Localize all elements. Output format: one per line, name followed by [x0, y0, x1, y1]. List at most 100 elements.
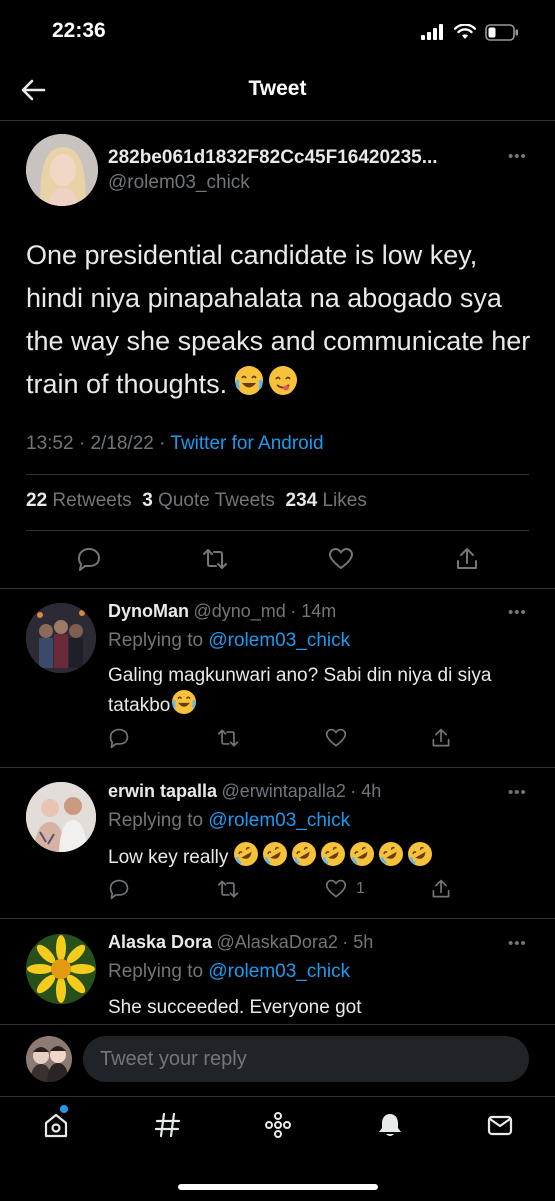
likes-label: Likes: [322, 490, 367, 511]
notifications-bell-icon[interactable]: [376, 1111, 404, 1139]
reply-icon[interactable]: [108, 727, 130, 749]
home-indicator: [178, 1184, 378, 1190]
likes-stat[interactable]: 234 Likes: [286, 490, 367, 511]
reply-compose-placeholder: Tweet your reply: [100, 1048, 247, 1070]
reply-header: erwin tapalla @erwintapalla2 · 4h: [108, 781, 381, 802]
reply-text-body: Low key really: [108, 847, 229, 868]
reply-author-name[interactable]: DynoMan: [108, 601, 189, 621]
messages-mail-icon[interactable]: [486, 1111, 514, 1139]
reply-text-line: tatakbo: [108, 690, 538, 720]
rolling-on-floor-laughing-emojis: [233, 842, 437, 868]
reply-more-options-icon[interactable]: •••: [508, 604, 527, 621]
tweet-more-options-icon[interactable]: •••: [508, 148, 527, 165]
retweets-label: Retweets: [52, 490, 132, 511]
reply-text: She succeeded. Everyone got: [108, 993, 538, 1022]
reply-text-body: tatakbo: [108, 695, 171, 716]
actions-divider: [0, 588, 555, 589]
meta-separator: ·: [159, 433, 166, 454]
reply-author-handle[interactable]: @dyno_md: [193, 601, 285, 621]
quotes-count: 3: [142, 490, 153, 511]
share-icon[interactable]: [454, 546, 480, 572]
face-savoring-food-emoji: [268, 366, 297, 395]
rolling-on-floor-laughing-emoji: [262, 842, 287, 866]
bottom-nav-divider: [0, 1096, 555, 1097]
replying-to-handle[interactable]: @rolem03_chick: [208, 630, 350, 651]
meta-separator: ·: [78, 433, 86, 454]
reply-text-line: Galing magkunwari ano? Sabi din niya di …: [108, 665, 492, 686]
status-icons: [421, 22, 519, 42]
rolling-on-floor-laughing-emoji: [233, 842, 258, 866]
retweet-icon[interactable]: [217, 878, 239, 900]
reply-avatar[interactable]: [26, 603, 96, 673]
replying-to-handle[interactable]: @rolem03_chick: [208, 961, 350, 982]
author-name[interactable]: 282be061d1832F82Cc45F16420235...: [108, 147, 438, 169]
reply-avatar-image: [26, 603, 96, 673]
tweet-time: 13:52: [26, 433, 74, 454]
explore-hashtag-icon[interactable]: [154, 1111, 182, 1139]
reply-text: Galing magkunwari ano? Sabi din niya di …: [108, 661, 538, 720]
rolling-on-floor-laughing-emoji: [291, 842, 316, 866]
rolling-on-floor-laughing-emoji: [320, 842, 345, 866]
reply-avatar[interactable]: [26, 782, 96, 852]
replying-to-label: Replying to: [108, 961, 204, 982]
reply-text-body: She succeeded. Everyone got: [108, 997, 362, 1018]
tweet-stats: 22 Retweets 3 Quote Tweets 234 Likes: [26, 490, 367, 512]
my-avatar[interactable]: [26, 1036, 72, 1082]
retweets-stat[interactable]: 22 Retweets: [26, 490, 132, 511]
tweet-date: 2/18/22: [90, 433, 154, 454]
reply-header: Alaska Dora @AlaskaDora2 · 5h: [108, 932, 373, 953]
like-heart-icon[interactable]: [325, 878, 347, 900]
reply-divider: [0, 918, 555, 919]
reply-author-name[interactable]: erwin tapalla: [108, 781, 217, 801]
home-icon[interactable]: [42, 1111, 70, 1139]
retweet-icon[interactable]: [202, 546, 228, 572]
page-title: Tweet: [248, 77, 307, 100]
reply-icon[interactable]: [108, 878, 130, 900]
status-time: 22:36: [52, 19, 106, 42]
spaces-icon[interactable]: [264, 1111, 292, 1139]
reply-divider: [0, 767, 555, 768]
replying-to-handle[interactable]: @rolem03_chick: [208, 810, 350, 831]
face-with-tears-of-joy-emoji: [234, 366, 263, 395]
reply-text: Low key really: [108, 842, 538, 872]
replying-to-label: Replying to: [108, 630, 204, 651]
author-avatar-image: [26, 134, 98, 206]
reply-avatar[interactable]: [26, 934, 96, 1004]
likes-count: 234: [285, 490, 318, 511]
reply-header: DynoMan @dyno_md · 14m: [108, 601, 336, 622]
reply-author-handle[interactable]: @erwintapalla2: [222, 781, 346, 801]
retweets-count: 22: [26, 490, 48, 511]
reply-more-options-icon[interactable]: •••: [508, 935, 527, 952]
share-icon[interactable]: [430, 727, 452, 749]
like-heart-icon[interactable]: [325, 727, 347, 749]
author-handle[interactable]: @rolem03_chick: [108, 172, 250, 194]
wifi-icon: [454, 24, 476, 39]
my-avatar-image: [26, 1036, 72, 1082]
stats-divider: [26, 530, 529, 531]
reply-time: · 5h: [342, 932, 374, 952]
reply-more-options-icon[interactable]: •••: [508, 784, 527, 801]
tweet-meta: 13:52 · 2/18/22 · Twitter for Android: [26, 433, 324, 455]
header-divider: [0, 120, 555, 121]
author-avatar[interactable]: [26, 134, 98, 206]
reply-time: · 4h: [350, 781, 382, 801]
rolling-on-floor-laughing-emoji: [378, 842, 403, 866]
reply-avatar-image: [26, 782, 96, 852]
retweet-icon[interactable]: [217, 727, 239, 749]
rolling-on-floor-laughing-emoji: [407, 842, 432, 866]
replying-to: Replying to @rolem03_chick: [108, 630, 350, 652]
replying-to-label: Replying to: [108, 810, 204, 831]
like-heart-icon[interactable]: [328, 546, 354, 572]
reply-like-count: 1: [356, 880, 365, 897]
battery-icon: [485, 23, 518, 41]
quotes-label: Quote Tweets: [158, 490, 275, 511]
tweet-source-link[interactable]: Twitter for Android: [170, 433, 323, 454]
reply-author-name[interactable]: Alaska Dora: [108, 932, 212, 952]
reply-icon[interactable]: [76, 546, 102, 572]
quotes-stat[interactable]: 3 Quote Tweets: [142, 490, 275, 511]
replying-to: Replying to @rolem03_chick: [108, 810, 350, 832]
share-icon[interactable]: [430, 878, 452, 900]
face-with-tears-of-joy-emoji: [172, 690, 197, 714]
cellular-signal-icon: [421, 24, 443, 40]
reply-author-handle[interactable]: @AlaskaDora2: [217, 932, 338, 952]
